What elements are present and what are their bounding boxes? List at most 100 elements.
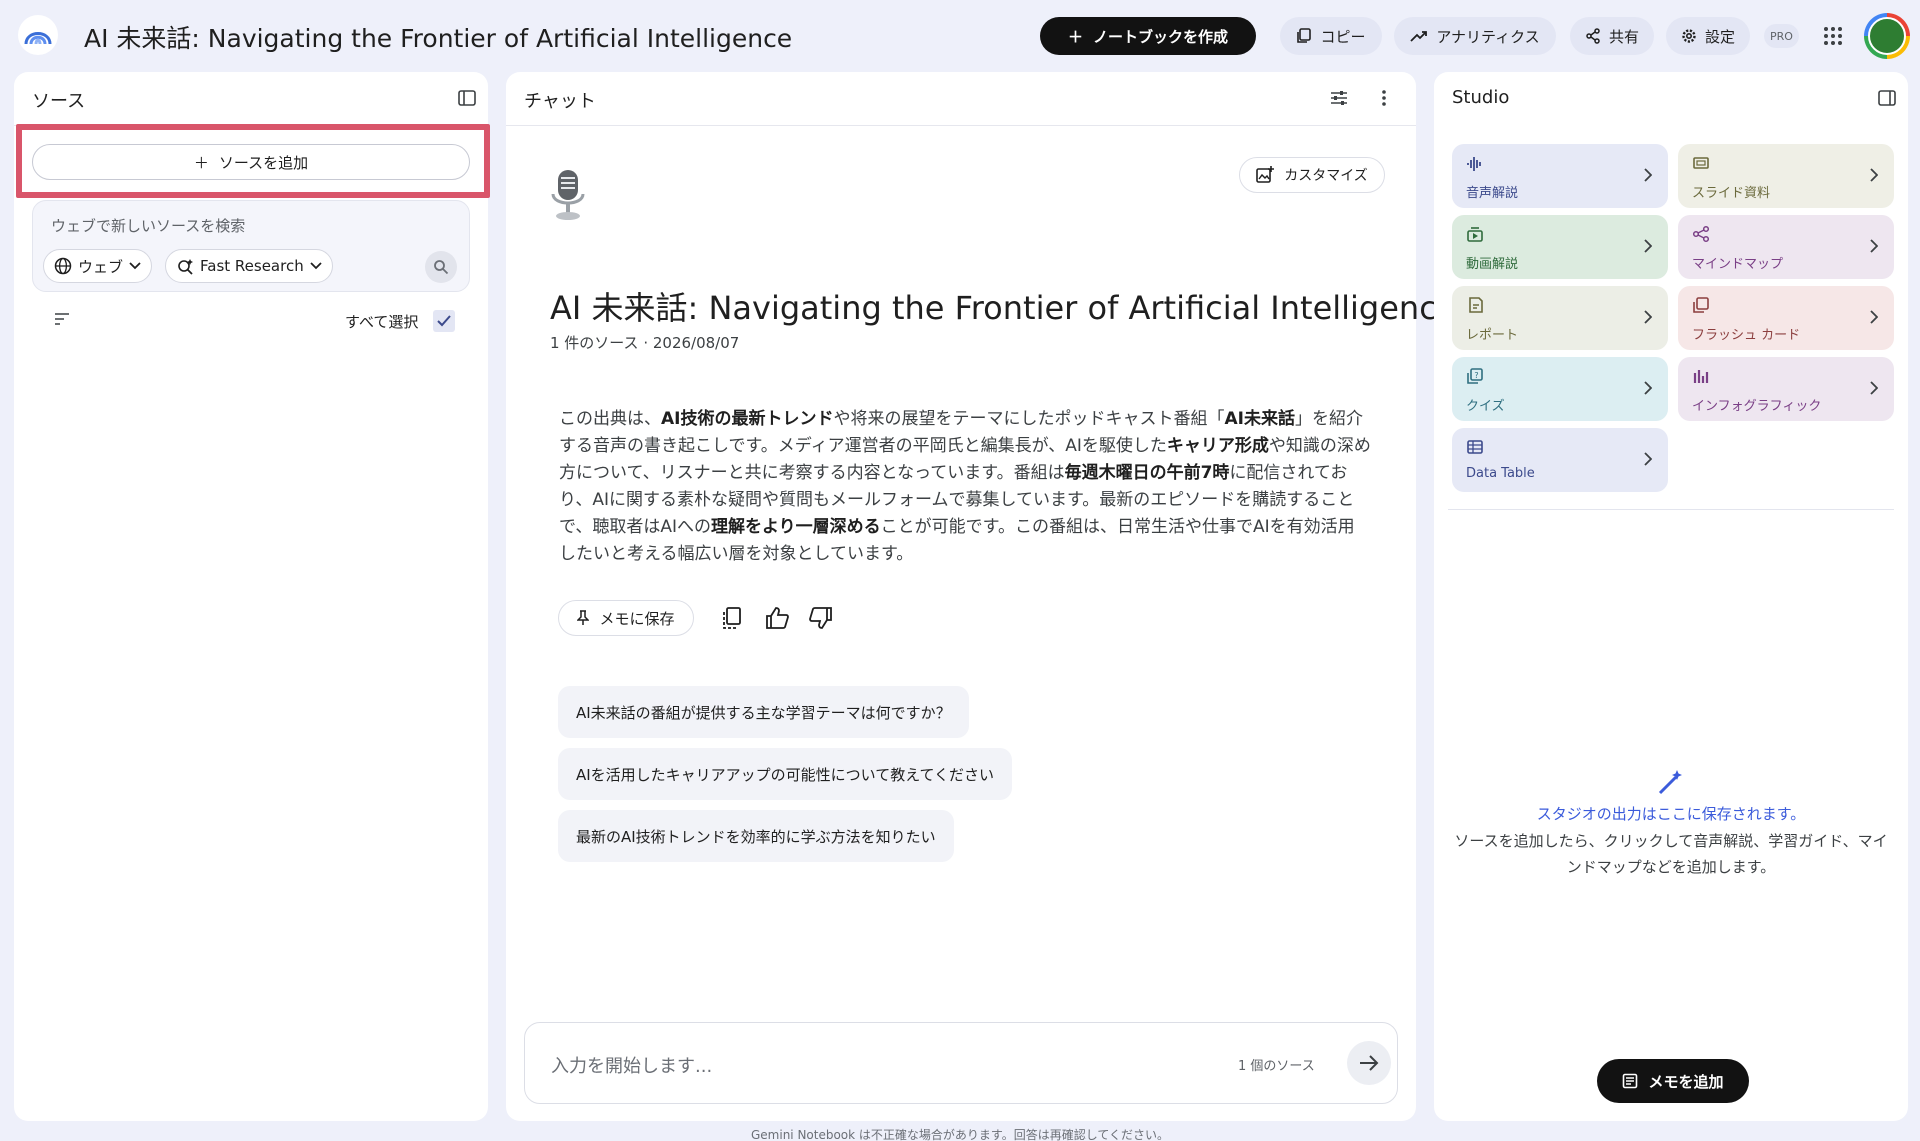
tune-settings-icon[interactable] xyxy=(1330,89,1348,107)
note-icon xyxy=(1623,1073,1638,1089)
save-to-memo-label: メモに保存 xyxy=(599,609,675,628)
sources-panel-title: ソース xyxy=(32,91,86,112)
collapse-panel-icon[interactable] xyxy=(458,89,476,107)
chat-panel-header: チャット xyxy=(506,72,1416,126)
account-avatar[interactable] xyxy=(1864,13,1910,59)
suggested-question[interactable]: 最新のAI技術トレンドを効率的に学ぶ方法を知りたい xyxy=(558,810,954,862)
apps-grid-icon[interactable] xyxy=(1821,24,1845,48)
send-button[interactable] xyxy=(1347,1041,1391,1085)
suggested-question[interactable]: AIを活用したキャリアアップの可能性について教えてください xyxy=(558,748,1013,800)
suggested-question[interactable]: AI未来話の番組が提供する主な学習テーマは何ですか？ xyxy=(558,686,969,738)
settings-button[interactable]: 設定 xyxy=(1666,17,1750,55)
customize-button[interactable]: カスタマイズ xyxy=(1239,157,1385,193)
studio-empty-title: スタジオの出力はここに保存されます。 xyxy=(1536,805,1806,823)
copy-button[interactable]: コピー xyxy=(1280,17,1382,55)
studio-tile[interactable]: ? クイズ xyxy=(1452,357,1668,421)
source-search-input[interactable]: ウェブで新しいソースを検索 xyxy=(51,215,245,236)
studio-tile[interactable]: 動画解説 xyxy=(1452,215,1668,279)
source-search-submit[interactable] xyxy=(425,251,457,283)
copy-icon[interactable] xyxy=(719,605,745,631)
copy-icon xyxy=(1297,28,1312,43)
sources-panel: ソース ＋ ソースを追加 ウェブで新しいソースを検索 ウェブ Fast Rese… xyxy=(14,72,490,1121)
studio-panel-header: Studio xyxy=(1434,72,1908,126)
studio-tile[interactable]: インフォグラフィック xyxy=(1678,357,1894,421)
sort-icon[interactable] xyxy=(54,313,70,325)
studio-tile-label: インフォグラフィック xyxy=(1692,399,1822,414)
globe-icon xyxy=(54,257,72,275)
summary-emphasis: AI未来話 xyxy=(1224,409,1295,429)
customize-label: カスタマイズ xyxy=(1284,168,1368,184)
chevron-down-icon xyxy=(129,262,141,270)
chevron-right-icon xyxy=(1644,452,1652,466)
chevron-down-icon xyxy=(310,262,322,270)
chat-composer: 入力を開始します... 1 個のソース xyxy=(524,1022,1398,1104)
chat-panel: チャット カスタマイズ AI 未来話: Navigating the Front… xyxy=(506,72,1457,1121)
search-icon xyxy=(434,260,449,275)
studio-tile[interactable]: レポート xyxy=(1452,286,1668,350)
plus-icon: ＋ xyxy=(193,153,209,172)
report-icon xyxy=(1469,297,1483,313)
chevron-right-icon xyxy=(1870,168,1878,182)
studio-tile[interactable]: フラッシュ カード xyxy=(1678,286,1894,350)
magic-wand-icon xyxy=(1658,770,1682,795)
summary-emphasis: AI技術の最新トレンド xyxy=(661,409,834,429)
notebook-heading: AI 未来話: Navigating the Frontier of Artif… xyxy=(550,289,1457,327)
save-to-memo-button[interactable]: メモに保存 xyxy=(558,600,694,636)
search-sparkle-icon xyxy=(178,259,193,275)
analytics-button[interactable]: アナリティクス xyxy=(1394,17,1556,55)
arrow-right-icon xyxy=(1360,1055,1379,1071)
data-table-icon xyxy=(1467,440,1483,454)
trending-up-icon xyxy=(1410,31,1428,42)
studio-tile-label: フラッシュ カード xyxy=(1692,328,1801,343)
studio-tile-label: レポート xyxy=(1466,328,1519,343)
studio-tile-label: クイズ xyxy=(1466,399,1505,414)
studio-empty-description: ソースを追加したら、クリックして音声解説、学習ガイド、マインドマップなどを追加し… xyxy=(1454,832,1888,876)
studio-panel: Studio 音声解説 スライド資料動画解説 マインドマップレポート フラッシュ カー… xyxy=(1434,72,1908,1121)
chat-input[interactable]: 入力を開始します... xyxy=(551,1052,712,1078)
add-memo-button[interactable]: メモを追加 xyxy=(1597,1059,1749,1103)
sources-panel-header: ソース xyxy=(14,72,488,126)
mind-map-icon xyxy=(1692,225,1710,243)
chevron-right-icon xyxy=(1870,381,1878,395)
thumbs-up-icon[interactable] xyxy=(764,605,790,631)
studio-tile[interactable]: スライド資料 xyxy=(1678,144,1894,208)
studio-tile[interactable]: 音声解説 xyxy=(1452,144,1668,208)
research-mode-dropdown[interactable]: Fast Research xyxy=(165,249,333,283)
add-source-label: ソースを追加 xyxy=(218,153,309,172)
source-count-label: 1 個のソース xyxy=(1238,1059,1315,1074)
notebook-meta: 1 件のソース · 2026/08/07 xyxy=(550,334,740,352)
collapse-panel-icon[interactable] xyxy=(1878,89,1896,107)
analytics-label: アナリティクス xyxy=(1436,27,1540,46)
flashcards-icon xyxy=(1693,297,1709,313)
customize-image-icon xyxy=(1256,166,1275,183)
add-source-button[interactable]: ＋ ソースを追加 xyxy=(32,144,470,180)
chevron-right-icon xyxy=(1870,239,1878,253)
more-vert-icon[interactable] xyxy=(1381,89,1387,107)
thumbs-down-icon[interactable] xyxy=(808,605,834,631)
infographic-icon xyxy=(1693,370,1709,383)
studio-tile-label: マインドマップ xyxy=(1692,257,1784,272)
select-all-checkbox[interactable] xyxy=(433,310,455,332)
studio-tile-label: 動画解説 xyxy=(1466,257,1519,272)
app-header: AI 未来話: Navigating the Frontier of Artif… xyxy=(0,0,1920,72)
slides-icon xyxy=(1693,157,1709,169)
summary-text: や将来の展望をテーマにしたポッドキャスト番組「 xyxy=(833,409,1225,429)
gear-icon xyxy=(1682,29,1696,43)
pin-icon xyxy=(577,610,590,625)
chevron-right-icon xyxy=(1870,310,1878,324)
app-logo-icon[interactable] xyxy=(18,15,58,55)
web-chip-label: ウェブ xyxy=(78,257,124,276)
studio-tile[interactable]: マインドマップ xyxy=(1678,215,1894,279)
studio-tile-label: スライド資料 xyxy=(1692,186,1771,201)
settings-label: 設定 xyxy=(1704,27,1735,46)
svg-text:?: ? xyxy=(1474,371,1478,380)
studio-tile[interactable]: Data Table xyxy=(1452,428,1668,492)
plus-icon: ＋ xyxy=(1067,27,1083,46)
web-source-dropdown[interactable]: ウェブ xyxy=(43,249,153,283)
checkmark-icon xyxy=(437,315,451,327)
notebook-title[interactable]: AI 未来話: Navigating the Frontier of Artif… xyxy=(84,19,792,55)
summary-text: この出典は、 xyxy=(559,409,661,429)
source-summary: この出典は、AI技術の最新トレンドや将来の展望をテーマにしたポッドキャスト番組「… xyxy=(559,406,1371,568)
share-button[interactable]: 共有 xyxy=(1570,17,1654,55)
create-notebook-button[interactable]: ＋ ノートブックを作成 xyxy=(1040,17,1256,55)
